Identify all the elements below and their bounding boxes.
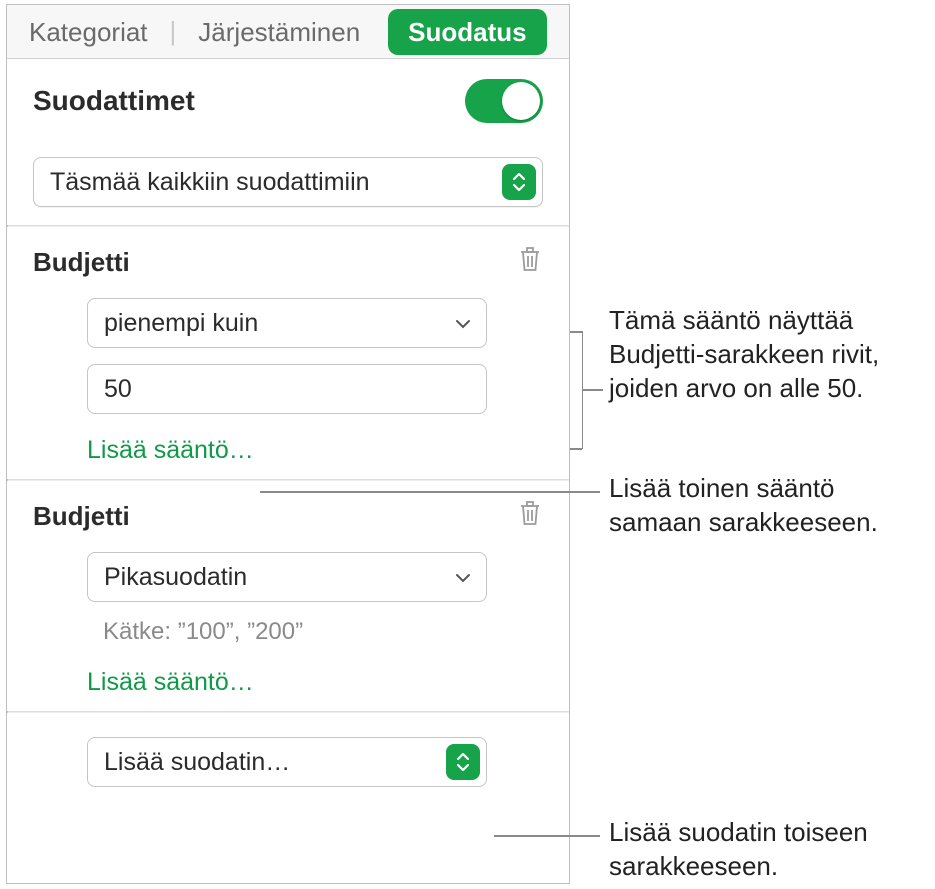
add-rule-link-2[interactable]: Lisää sääntö… (87, 668, 543, 697)
callout-bracket-tip (570, 331, 582, 333)
filters-toggle[interactable] (465, 79, 543, 123)
filter-group-1-title: Budjetti (33, 247, 130, 278)
rule-operator-select[interactable]: pienempi kuin (87, 298, 487, 348)
popup-chevron-icon (502, 164, 536, 200)
callout-add-filter: Lisää suodatin toiseen sarakkeeseen. (609, 816, 929, 884)
add-filter-area: Lisää suodatin… (7, 713, 569, 807)
filters-section: Suodattimet Täsmää kaikkiin suodattimiin (7, 59, 569, 225)
rule-operator-label: pienempi kuin (104, 309, 258, 338)
filter-group-2: Budjetti Pikasuodatin Kätke: ”100”, ”200… (7, 481, 569, 711)
panel-tabs: Kategoriat | Järjestäminen Suodatus (7, 5, 569, 59)
tab-sort[interactable]: Järjestäminen (176, 5, 382, 59)
match-mode-label: Täsmää kaikkiin suodattimiin (50, 168, 370, 197)
filter-group-1: Budjetti pienempi kuin 50 Lisää sääntö… (7, 227, 569, 479)
add-filter-label: Lisää suodatin… (104, 748, 290, 777)
filter-panel: Kategoriat | Järjestäminen Suodatus Suod… (6, 4, 570, 884)
tab-filter[interactable]: Suodatus (388, 9, 546, 55)
callout-bracket-tip (570, 448, 582, 450)
add-rule-link-1[interactable]: Lisää sääntö… (87, 436, 543, 465)
rule-value-text: 50 (104, 375, 132, 404)
callout-connector (494, 835, 600, 837)
callout-add-rule: Lisää toinen sääntö samaan sarakkeeseen. (609, 472, 929, 540)
popup-chevron-icon (446, 744, 480, 780)
quickfilter-hide-text: Kätke: ”100”, ”200” (87, 618, 543, 646)
filters-title: Suodattimet (33, 85, 195, 117)
add-filter-popup[interactable]: Lisää suodatin… (87, 737, 487, 787)
chevron-down-icon (454, 309, 472, 337)
match-mode-popup[interactable]: Täsmää kaikkiin suodattimiin (33, 157, 543, 207)
filter-group-2-title: Budjetti (33, 501, 130, 532)
tab-categories[interactable]: Kategoriat (7, 5, 170, 59)
callout-connector (260, 491, 600, 493)
trash-icon[interactable] (517, 499, 543, 534)
toggle-knob (502, 82, 540, 120)
callout-rule-description: Tämä sääntö näyttää Budjetti-sarakkeen r… (609, 304, 929, 405)
rule-value-input[interactable]: 50 (87, 364, 487, 414)
trash-icon[interactable] (517, 245, 543, 280)
chevron-down-icon (454, 563, 472, 591)
quickfilter-label: Pikasuodatin (104, 563, 247, 592)
tab-separator: | (170, 16, 177, 47)
quickfilter-select[interactable]: Pikasuodatin (87, 552, 487, 602)
callout-connector (583, 389, 603, 391)
